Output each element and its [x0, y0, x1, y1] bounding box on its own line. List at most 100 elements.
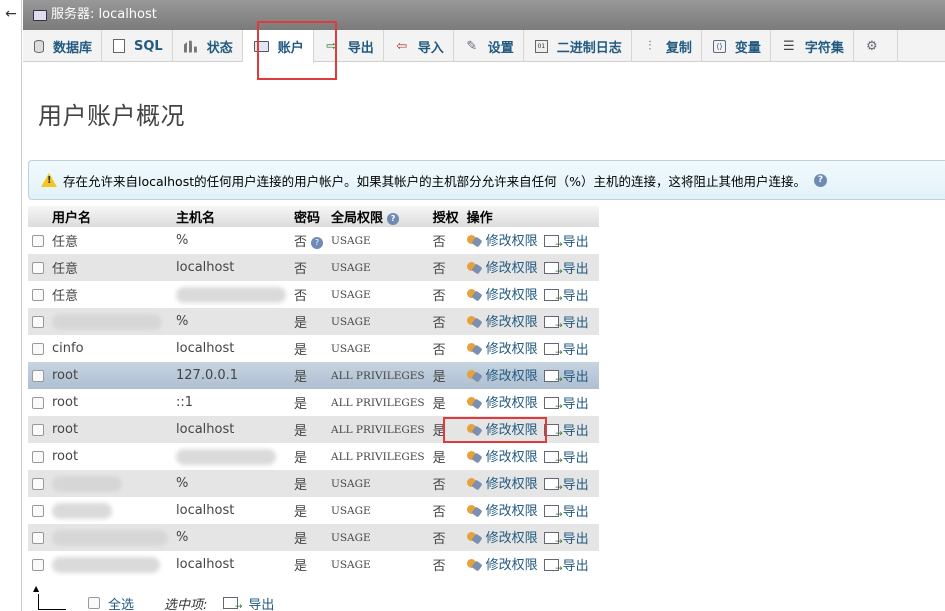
table-row[interactable]: %是USAGE否修改权限导出 [28, 308, 599, 335]
table-row[interactable]: localhost是USAGE否修改权限导出 [28, 497, 599, 524]
select-all-checkbox[interactable] [88, 597, 100, 609]
edit-privileges-link[interactable]: 修改权限 [466, 527, 538, 546]
row-checkbox[interactable] [32, 477, 44, 490]
edit-privileges-link[interactable]: 修改权限 [466, 446, 538, 465]
row-checkbox[interactable] [32, 261, 44, 274]
row-checkbox[interactable] [32, 423, 44, 436]
row-checkbox[interactable] [32, 234, 44, 247]
table-row[interactable]: localhost是USAGE否修改权限导出 [28, 551, 599, 578]
edit-privileges-link[interactable]: 修改权限 [466, 473, 538, 492]
table-row[interactable]: 任意%否?USAGE否修改权限导出 [28, 227, 599, 254]
edit-privileges-link[interactable]: 修改权限 [466, 392, 538, 411]
settings-icon: ✎ [466, 38, 478, 54]
cell-global-privileges: ALL PRIVILEGES [327, 443, 429, 470]
edit-privileges-icon [466, 503, 482, 517]
edit-privileges-link[interactable]: 修改权限 [466, 257, 538, 276]
cell-grant: 否 [428, 335, 463, 362]
export-link[interactable]: 导出 [543, 420, 589, 439]
export-icon [223, 597, 242, 611]
sql-icon [113, 39, 126, 53]
export-icon [543, 558, 563, 574]
export-link[interactable]: 导出 [543, 258, 589, 277]
cell-actions: 修改权限导出 [462, 470, 599, 497]
export-icon [543, 369, 563, 385]
table-row[interactable]: root127.0.0.1是ALL PRIVILEGES是修改权限导出 [28, 362, 599, 389]
export-link[interactable]: 导出 [543, 447, 589, 466]
cell-hostname: % [172, 308, 290, 335]
status-icon [183, 40, 197, 53]
row-checkbox[interactable] [32, 369, 44, 382]
export-link[interactable]: 导出 [543, 555, 589, 574]
tab-export[interactable]: ⇨ 导出 [314, 30, 384, 62]
export-link[interactable]: 导出 [543, 366, 589, 385]
row-checkbox[interactable] [32, 315, 44, 328]
import-icon: ⇦ [396, 38, 408, 54]
table-row[interactable]: cinfolocalhost是USAGE否修改权限导出 [28, 335, 599, 362]
tab-accounts[interactable]: 账户 [242, 30, 314, 63]
export-link[interactable]: 导出 [543, 312, 589, 331]
select-all-link[interactable]: 全选 [108, 594, 134, 611]
table-row[interactable]: rootlocalhost是ALL PRIVILEGES是修改权限导出 [28, 416, 599, 443]
tab-charset[interactable]: ☰ 字符集 [771, 30, 854, 62]
edit-privileges-link[interactable]: 修改权限 [466, 500, 538, 519]
edit-privileges-link[interactable]: 修改权限 [466, 338, 538, 357]
export-link[interactable]: 导出 [543, 474, 589, 493]
tab-settings[interactable]: ✎ 设置 [454, 30, 524, 62]
help-icon[interactable]: ? [311, 236, 324, 249]
edit-privileges-link[interactable]: 修改权限 [466, 230, 538, 249]
server-title[interactable]: 服务器: localhost [51, 0, 157, 30]
tab-replication[interactable]: ⫶ 复制 [632, 30, 702, 62]
tab-variables[interactable]: ⟨⟩ 变量 [702, 30, 771, 62]
edit-privileges-link[interactable]: 修改权限 [466, 311, 538, 330]
export-icon [543, 288, 563, 304]
export-icon [543, 396, 563, 412]
table-row[interactable]: root是ALL PRIVILEGES是修改权限导出 [28, 443, 599, 470]
row-checkbox[interactable] [32, 396, 44, 409]
help-icon[interactable]: ? [814, 173, 827, 187]
tab-binlog[interactable]: 01 二进制日志 [524, 30, 632, 62]
table-row[interactable]: 任意localhost否USAGE否修改权限导出 [28, 254, 599, 281]
cell-actions: 修改权限导出 [462, 443, 599, 470]
footer-export-button[interactable]: 导出 [223, 594, 274, 611]
warning-notice: 存在允许来自localhost的任何用户连接的用户帐户。如果其帐户的主机部分允许… [28, 160, 945, 200]
export-link[interactable]: 导出 [543, 501, 589, 520]
tab-status[interactable]: 状态 [173, 30, 243, 62]
with-selected-label: 选中项: [164, 597, 208, 611]
redacted-mask [52, 313, 162, 330]
cell-username: root [48, 362, 172, 389]
row-checkbox[interactable] [32, 504, 44, 517]
tab-more[interactable]: ⚙ [854, 30, 898, 62]
edit-privileges-link[interactable]: 修改权限 [466, 284, 538, 303]
row-checkbox[interactable] [32, 288, 44, 301]
export-icon [543, 315, 563, 331]
export-link[interactable]: 导出 [543, 285, 589, 304]
table-row[interactable]: %是USAGE否修改权限导出 [28, 524, 599, 551]
export-link[interactable]: 导出 [543, 393, 589, 412]
row-checkbox[interactable] [32, 342, 44, 355]
cell-grant: 是 [428, 443, 463, 470]
export-link[interactable]: 导出 [543, 528, 589, 547]
cell-grant: 否 [428, 227, 463, 254]
edit-privileges-icon [466, 422, 482, 436]
tab-databases[interactable]: 数据库 [23, 30, 103, 62]
table-row[interactable]: 任意否USAGE否修改权限导出 [28, 281, 599, 308]
row-checkbox[interactable] [32, 450, 44, 463]
row-checkbox[interactable] [32, 558, 44, 571]
back-arrow-icon[interactable]: ← [0, 4, 22, 26]
table-row[interactable]: %是USAGE否修改权限导出 [28, 470, 599, 497]
edit-privileges-icon [466, 233, 482, 247]
edit-privileges-icon [466, 260, 482, 274]
export-link[interactable]: 导出 [543, 231, 589, 250]
redacted-mask [52, 475, 122, 492]
edit-privileges-link[interactable]: 修改权限 [466, 554, 538, 573]
tab-sql[interactable]: SQL [102, 30, 173, 62]
edit-privileges-link[interactable]: 修改权限 [466, 419, 538, 438]
table-row[interactable]: root::1是ALL PRIVILEGES是修改权限导出 [28, 389, 599, 416]
cell-global-privileges: USAGE [327, 281, 429, 308]
row-checkbox[interactable] [32, 531, 44, 544]
tab-import[interactable]: ⇦ 导入 [384, 30, 454, 62]
export-link[interactable]: 导出 [543, 339, 589, 358]
help-icon[interactable]: ? [387, 212, 400, 225]
edit-privileges-link[interactable]: 修改权限 [466, 365, 538, 384]
cell-username [48, 497, 172, 524]
